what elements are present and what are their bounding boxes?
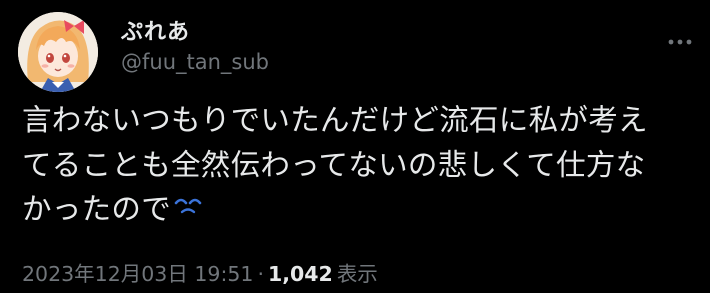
anime-girl-avatar-icon	[18, 12, 98, 92]
tweet-meta: 2023年12月03日 19:51 · 1,042 表示	[22, 257, 378, 287]
tweet-text-line: かったので	[22, 187, 692, 233]
views-label: 表示	[336, 262, 378, 286]
display-name[interactable]: ぷれあ	[121, 14, 190, 46]
tweet-text: 言わないつもりでいたんだけど流石に私が考え てることも全然伝わってないの悲しくて…	[22, 98, 692, 233]
more-horizontal-icon	[668, 39, 692, 45]
timestamp-link[interactable]: 2023年12月03日 19:51	[22, 262, 253, 286]
tweet-text-line: 言わないつもりでいたんだけど流石に私が考え	[22, 103, 648, 137]
user-handle[interactable]: @fuu_tan_sub	[121, 50, 269, 74]
sad-face-emoji-icon	[173, 184, 203, 229]
tweet-text-segment: かったので	[22, 192, 172, 226]
more-options-button[interactable]	[664, 26, 696, 58]
views-count: 1,042	[267, 262, 333, 286]
avatar[interactable]	[18, 12, 98, 92]
meta-separator: ·	[257, 262, 264, 286]
tweet-text-line: てることも全然伝わってないの悲しくて仕方な	[22, 147, 646, 182]
